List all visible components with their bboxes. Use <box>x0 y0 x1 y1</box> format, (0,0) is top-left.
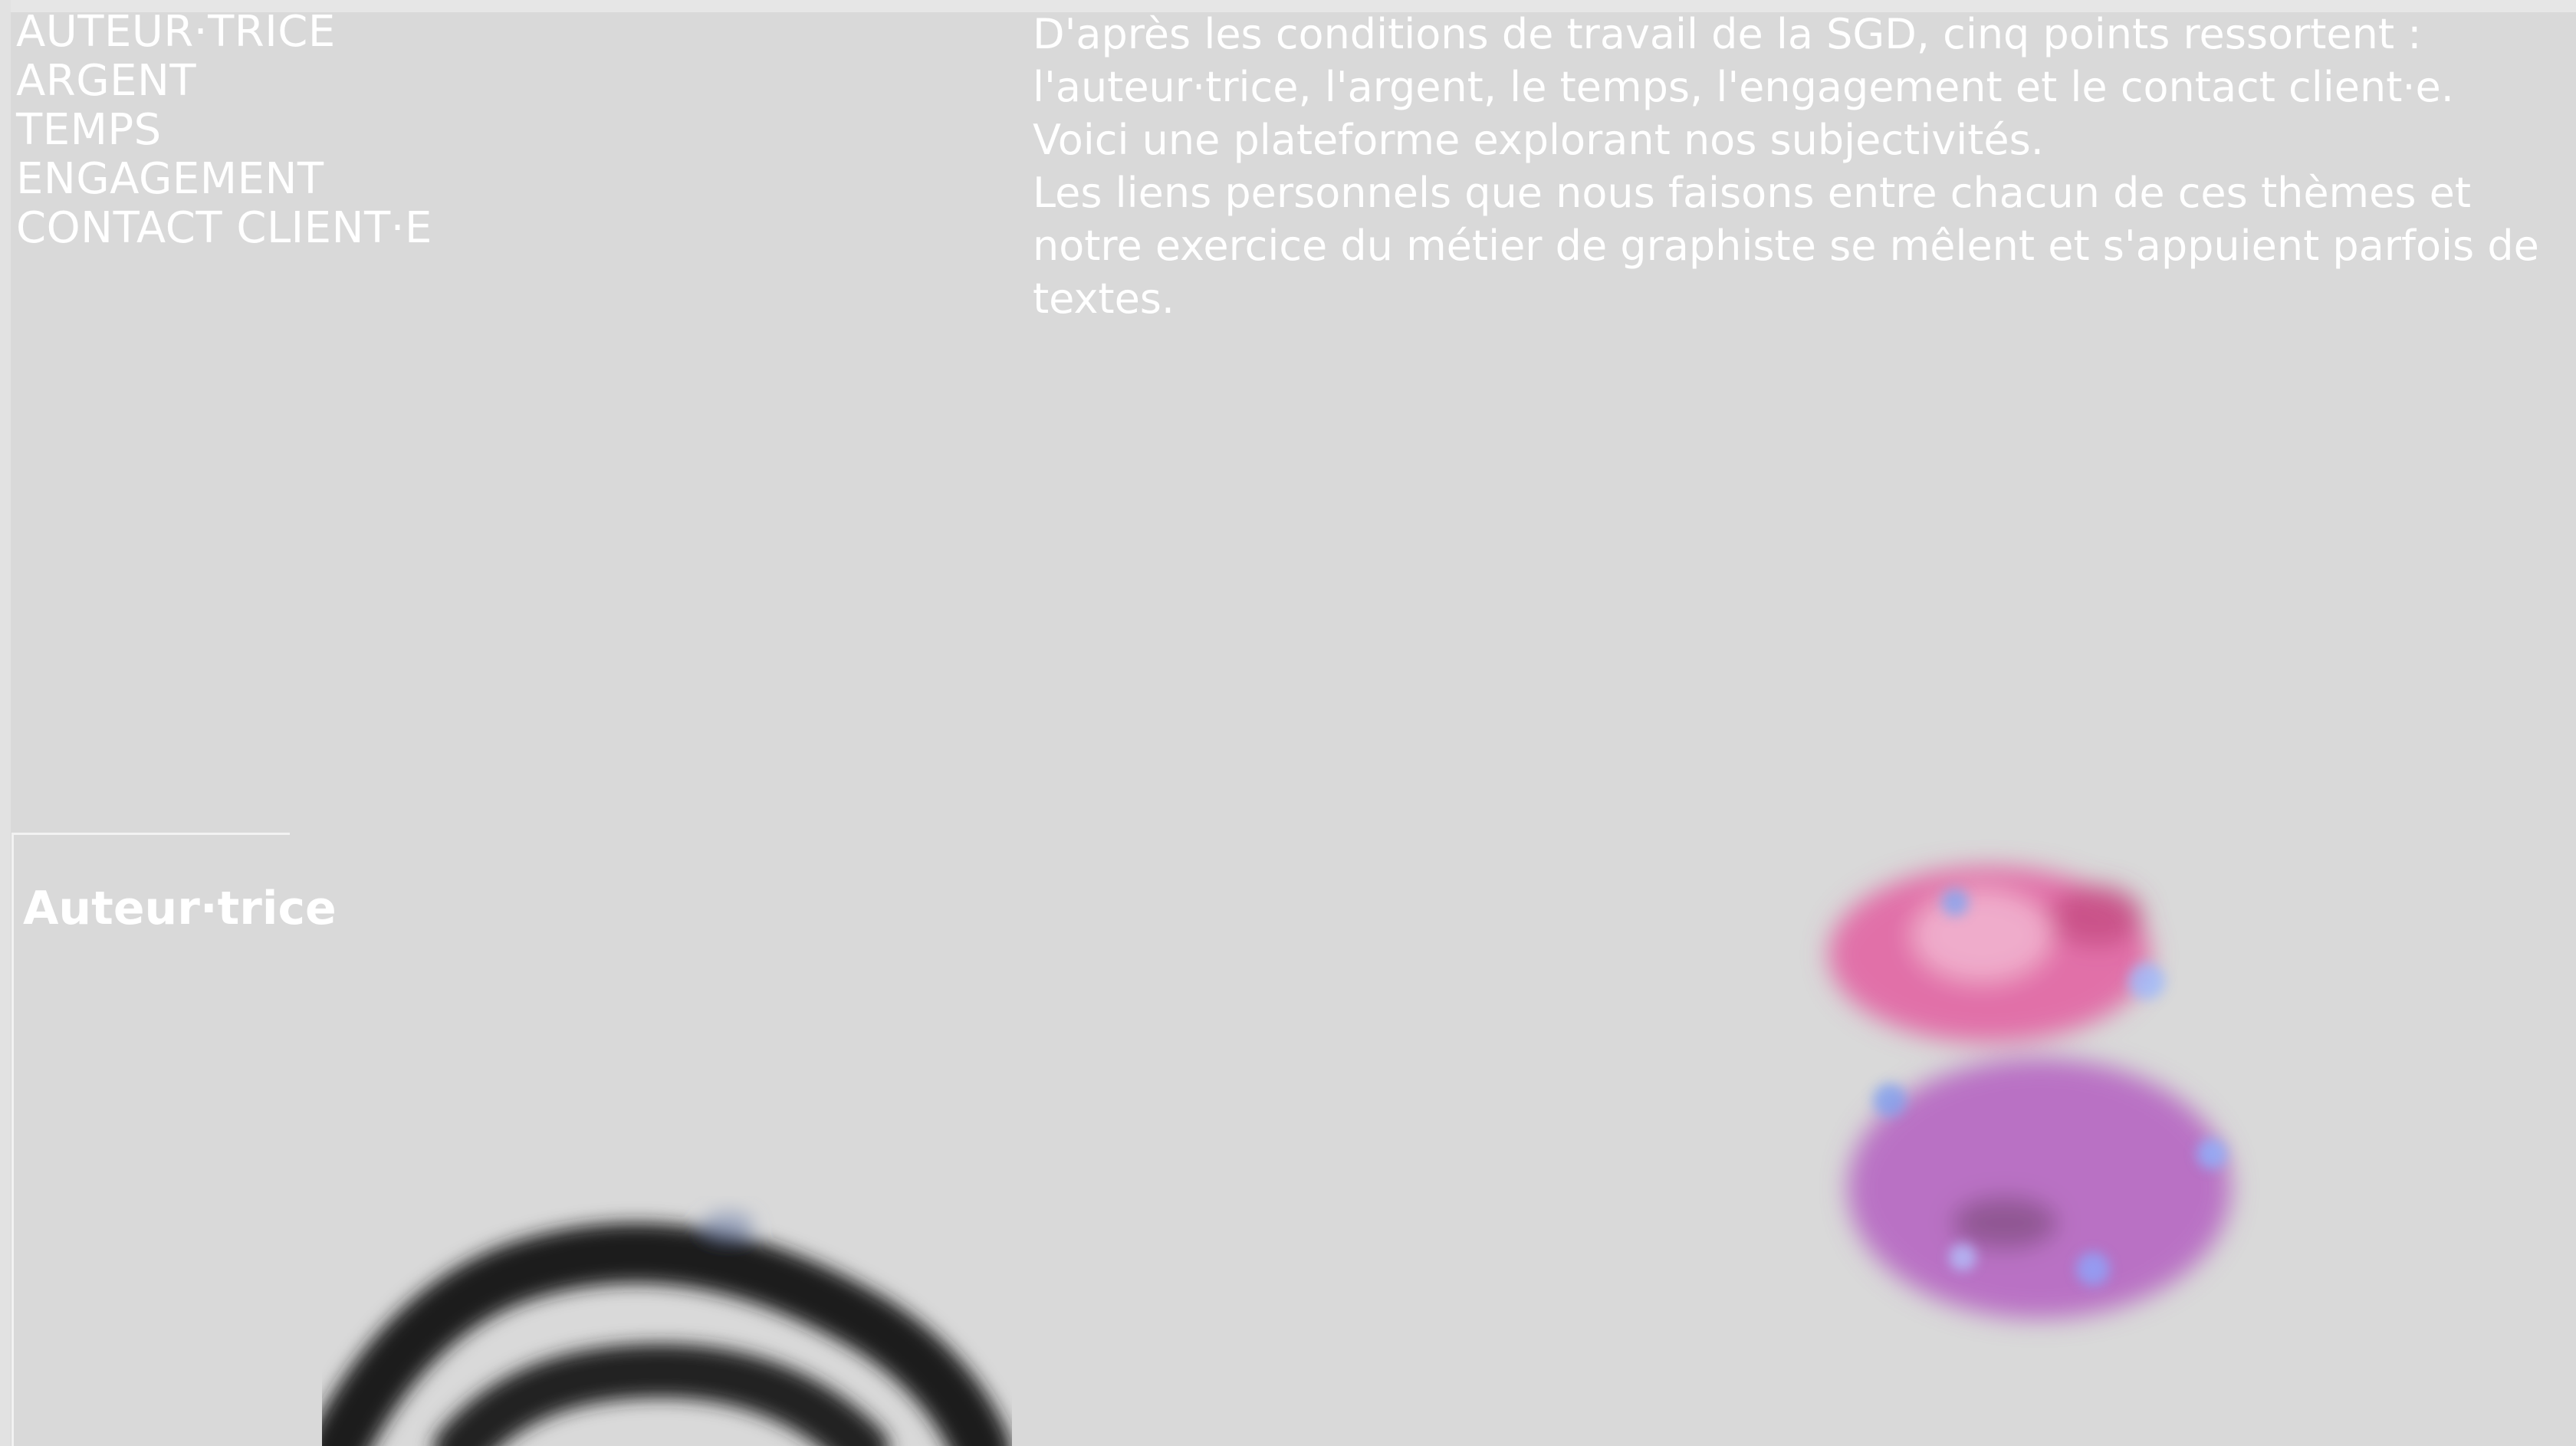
intro-paragraph-1: D'après les conditions de travail de la … <box>1033 10 2454 164</box>
nav-item-argent[interactable]: ARGENT <box>16 57 432 106</box>
intro-text: D'après les conditions de travail de la … <box>1033 8 2558 325</box>
theme-navigation: AUTEUR·TRICE ARGENT TEMPS ENGAGEMENT CON… <box>16 8 432 253</box>
section-border-gap <box>290 833 2576 835</box>
intro-paragraph-2: Les liens personnels que nous faisons en… <box>1033 169 2539 323</box>
nav-item-auteur-trice[interactable]: AUTEUR·TRICE <box>16 8 432 57</box>
auteur-trice-section: Auteur·trice <box>12 833 2576 1446</box>
page-canvas: AUTEUR·TRICE ARGENT TEMPS ENGAGEMENT CON… <box>0 0 2576 1446</box>
section-title: Auteur·trice <box>23 881 337 935</box>
nav-item-contact-client-e[interactable]: CONTACT CLIENT·E <box>16 204 432 253</box>
nav-item-temps[interactable]: TEMPS <box>16 106 432 155</box>
frame-left-border <box>0 0 11 1446</box>
nav-item-engagement[interactable]: ENGAGEMENT <box>16 155 432 204</box>
